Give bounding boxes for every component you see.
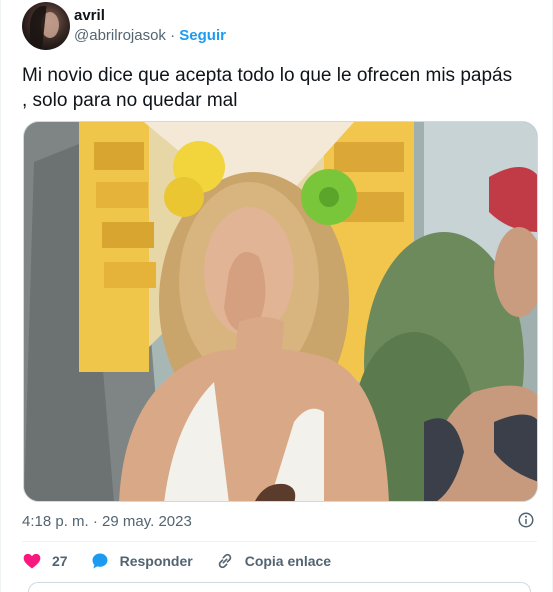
tweet-meta: 4:18 p. m. · 29 may. 2023 <box>22 510 537 532</box>
info-icon[interactable] <box>517 511 535 529</box>
divider <box>22 541 537 542</box>
like-count: 27 <box>52 553 68 569</box>
avatar[interactable] <box>22 2 70 50</box>
speech-bubble-icon <box>92 553 108 569</box>
tweet-text: Mi novio dice que acepta todo lo que le … <box>22 65 513 111</box>
author-handle-row: @abrilrojasok · Seguir <box>74 26 226 46</box>
author-display-name[interactable]: avril <box>74 6 226 26</box>
tweet-card: avril @abrilrojasok · Seguir Mi novio di… <box>0 0 553 592</box>
tweet-actions: 27 Responder Copia enlace <box>22 548 353 574</box>
reply-button[interactable]: Responder <box>90 551 193 571</box>
author-block: avril @abrilrojasok · Seguir <box>74 6 226 46</box>
tweet-timestamp[interactable]: 4:18 p. m. · 29 may. 2023 <box>22 513 192 530</box>
reply-label: Responder <box>119 553 193 569</box>
author-handle[interactable]: @abrilrojasok <box>74 27 166 44</box>
tweet-header: avril @abrilrojasok · Seguir <box>22 1 226 51</box>
read-replies-bar[interactable] <box>28 582 531 592</box>
like-button[interactable]: 27 <box>22 551 68 571</box>
media-photo <box>24 122 537 501</box>
heart-icon <box>23 553 41 569</box>
tweet-media[interactable] <box>23 121 538 502</box>
follow-button[interactable]: Seguir <box>179 27 226 44</box>
copy-link-button[interactable]: Copia enlace <box>215 551 331 571</box>
handle-separator: · <box>170 27 176 44</box>
copy-link-label: Copia enlace <box>244 553 332 569</box>
link-icon <box>218 553 231 569</box>
